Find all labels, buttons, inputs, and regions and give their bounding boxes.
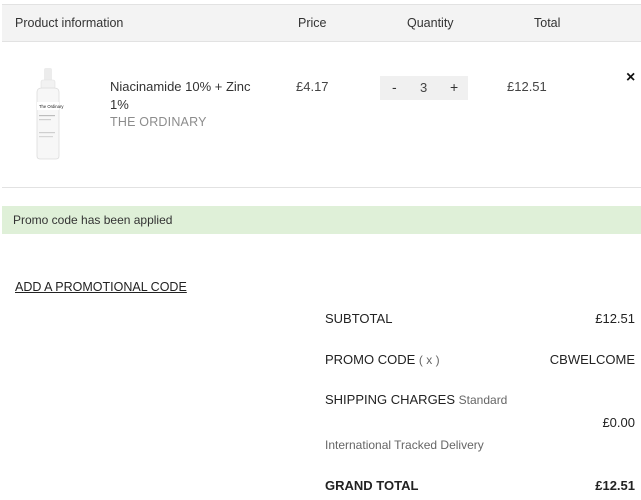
subtotal-value: £12.51 xyxy=(595,311,635,326)
header-price: Price xyxy=(298,16,327,30)
shipping-label-group: SHIPPING CHARGES Standard xyxy=(325,392,507,407)
add-promotional-code-link[interactable]: ADD A PROMOTIONAL CODE xyxy=(15,280,187,294)
shipping-method: International Tracked Delivery xyxy=(325,438,484,452)
header-total: Total xyxy=(534,16,561,30)
product-name[interactable]: Niacinamide 10% + Zinc 1% xyxy=(110,78,260,114)
promo-code-label: PROMO CODE xyxy=(325,352,416,367)
quantity-increase-button[interactable]: + xyxy=(450,79,458,95)
product-line-total: £12.51 xyxy=(507,79,547,94)
remove-item-close-icon[interactable]: × xyxy=(626,69,635,87)
shipping-charges-label: SHIPPING CHARGES xyxy=(325,392,456,407)
shipping-value: £0.00 xyxy=(602,415,635,430)
quantity-decrease-button[interactable]: - xyxy=(392,79,397,95)
promo-applied-banner: Promo code has been applied xyxy=(2,206,641,234)
cart-item-row: The Ordinary Niacinamide 10% + Zinc 1% T… xyxy=(2,42,641,188)
product-bottle-brand: The Ordinary xyxy=(39,104,64,109)
product-unit-price: £4.17 xyxy=(296,79,329,94)
header-quantity: Quantity xyxy=(407,16,454,30)
cart-table-header: Product information Price Quantity Total xyxy=(2,4,641,42)
product-image[interactable]: The Ordinary xyxy=(28,68,68,160)
promo-code-remove-button[interactable]: ( x ) xyxy=(419,353,440,367)
quantity-value[interactable]: 3 xyxy=(420,80,427,95)
grand-total-label: GRAND TOTAL xyxy=(325,478,419,493)
shipping-type: Standard xyxy=(458,393,508,407)
product-brand: THE ORDINARY xyxy=(110,115,207,129)
subtotal-label: SUBTOTAL xyxy=(325,311,393,326)
promo-code-label-group: PROMO CODE ( x ) xyxy=(325,352,440,367)
grand-total-value: £12.51 xyxy=(595,478,635,493)
header-product-information: Product information xyxy=(15,16,124,30)
quantity-stepper: - 3 + xyxy=(380,76,468,100)
promo-code-value: CBWELCOME xyxy=(549,352,635,367)
